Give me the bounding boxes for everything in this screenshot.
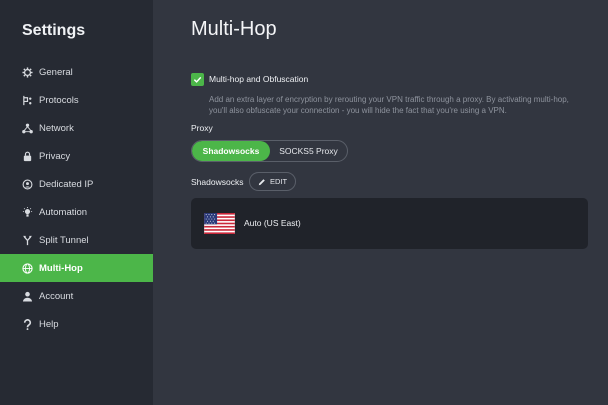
edit-button-label: EDIT [269,177,288,186]
sidebar-item-split-tunnel[interactable]: Split Tunnel [0,226,153,254]
question-icon [22,318,33,330]
server-card[interactable]: Auto (US East) [191,198,588,249]
lightbulb-icon [22,206,33,218]
multihop-description: Add an extra layer of encryption by rero… [209,95,569,115]
multihop-checkbox[interactable] [191,73,204,86]
proxy-segmented-control: Shadowsocks SOCKS5 Proxy [191,140,348,162]
sidebar-title: Settings [22,22,86,39]
proxy-option-shadowsocks[interactable]: Shadowsocks [192,141,270,161]
sidebar-item-multi-hop[interactable]: Multi-Hop [0,254,153,282]
sidebar-item-label: Privacy [39,150,71,162]
split-tunnel-icon [22,235,33,246]
protocols-icon [22,95,33,106]
globe-icon [22,262,33,274]
sidebar-item-automation[interactable]: Automation [0,198,153,226]
us-flag-icon [204,213,235,234]
proxy-label: Proxy [191,123,213,133]
dedicated-ip-icon [22,179,33,190]
check-icon [193,76,202,83]
sidebar-item-privacy[interactable]: Privacy [0,142,153,170]
sidebar-item-label: General [39,66,73,78]
sidebar-nav: General Protocols Network Privacy Dedica… [0,58,153,338]
multihop-checkbox-label[interactable]: Multi-hop and Obfuscation [209,74,308,84]
sidebar-item-general[interactable]: General [0,58,153,86]
page-title: Multi-Hop [191,18,277,40]
gear-icon [22,66,33,78]
lock-icon [22,151,33,162]
sidebar: Settings General Protocols Network Priva… [0,0,153,405]
shadowsocks-label: Shadowsocks [191,177,244,187]
sidebar-item-account[interactable]: Account [0,282,153,310]
sidebar-item-label: Split Tunnel [39,234,89,246]
sidebar-item-label: Help [39,318,59,330]
user-icon [22,291,33,302]
main-panel: Multi-Hop Multi-hop and Obfuscation Add … [153,0,608,405]
sidebar-item-protocols[interactable]: Protocols [0,86,153,114]
sidebar-item-dedicated-ip[interactable]: Dedicated IP [0,170,153,198]
network-icon [22,123,33,134]
pencil-icon [258,178,265,185]
sidebar-item-label: Multi-Hop [39,262,83,274]
sidebar-item-label: Account [39,290,74,302]
sidebar-item-help[interactable]: Help [0,310,153,338]
edit-button[interactable]: EDIT [249,172,296,191]
sidebar-item-label: Automation [39,206,88,218]
sidebar-item-label: Dedicated IP [39,178,94,190]
sidebar-item-network[interactable]: Network [0,114,153,142]
sidebar-item-label: Protocols [39,94,79,106]
proxy-option-socks5[interactable]: SOCKS5 Proxy [270,141,347,161]
server-name: Auto (US East) [244,218,301,228]
sidebar-item-label: Network [39,122,74,134]
